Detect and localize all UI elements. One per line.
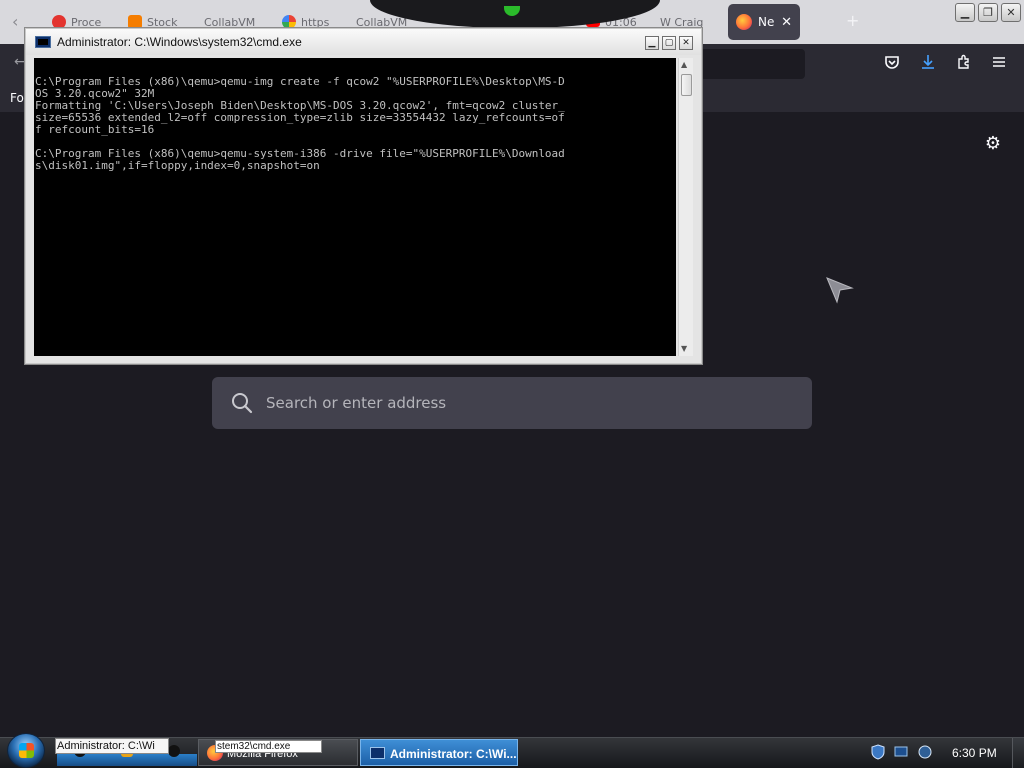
cmd-close-button[interactable]: ✕ [679, 36, 693, 50]
start-button[interactable] [7, 733, 45, 768]
security-shield-icon[interactable] [870, 744, 886, 760]
close-button[interactable]: ✕ [1001, 3, 1021, 22]
console-icon [370, 747, 385, 759]
console-line: f refcount_bits=16 [35, 123, 155, 136]
cmd-minimize-button[interactable]: ▁ [645, 36, 659, 50]
console-icon [35, 36, 51, 48]
desktop-screen: ‹ Proce Stock CollabVM https CollabVM 01… [0, 0, 1024, 768]
cmd-window-title: Administrator: C:\Windows\system32\cmd.e… [57, 35, 302, 49]
firefox-favicon-icon [736, 14, 752, 30]
network-icon[interactable] [893, 744, 909, 760]
console-output[interactable]: C:\Program Files (x86)\qemu>qemu-img cre… [34, 58, 676, 356]
search-placeholder: Search or enter address [266, 394, 447, 412]
minimize-button[interactable]: ▁ [955, 3, 975, 22]
gear-icon[interactable]: ⚙ [982, 133, 1004, 155]
search-icon [232, 393, 253, 414]
volume-icon[interactable] [917, 744, 933, 760]
taskbar-preview-tooltip: stem32\cmd.exe [215, 740, 322, 753]
search-input[interactable]: Search or enter address [212, 377, 812, 429]
taskbar-tooltip: Administrator: C:\Wi [55, 738, 169, 754]
show-desktop-button[interactable] [1012, 738, 1024, 768]
downloads-icon[interactable] [918, 54, 938, 74]
mouse-pointer-icon [826, 277, 854, 304]
console-line: s\disk01.img",if=floppy,index=0,snapshot… [35, 159, 320, 172]
cmd-maximize-button[interactable]: ▢ [662, 36, 676, 50]
extensions-icon[interactable] [954, 54, 974, 74]
tab-label: Ne [758, 15, 775, 29]
url-bar[interactable] [700, 49, 805, 79]
quick-launch-icon[interactable] [168, 745, 180, 757]
restore-button[interactable]: ❐ [978, 3, 998, 22]
scroll-down-icon[interactable]: ▼ [681, 344, 687, 353]
cmd-window[interactable]: Administrator: C:\Windows\system32\cmd.e… [24, 27, 703, 365]
taskbar-cmd-button[interactable]: Administrator: C:\Wi... [360, 739, 518, 766]
tab-scroll-left-icon[interactable]: ‹ [12, 12, 18, 31]
tab-active-new-tab[interactable]: Ne ✕ [728, 4, 800, 40]
menu-icon[interactable] [989, 54, 1009, 74]
bookmark-item[interactable]: Fo [10, 91, 24, 105]
windows-logo-icon [19, 743, 34, 758]
system-clock[interactable]: 6:30 PM [952, 746, 997, 760]
cmd-titlebar[interactable]: Administrator: C:\Windows\system32\cmd.e… [26, 29, 701, 55]
console-scrollbar[interactable]: ▲ ▼ [678, 58, 693, 356]
scroll-up-icon[interactable]: ▲ [681, 60, 687, 69]
pocket-icon[interactable] [882, 54, 902, 74]
new-tab-button[interactable]: + [846, 11, 859, 30]
scrollbar-thumb[interactable] [681, 74, 692, 96]
console-text: C:\Program Files (x86)\qemu>qemu-img cre… [35, 64, 675, 172]
close-tab-icon[interactable]: ✕ [781, 15, 792, 30]
taskbar-item-label: Administrator: C:\Wi... [390, 747, 517, 761]
